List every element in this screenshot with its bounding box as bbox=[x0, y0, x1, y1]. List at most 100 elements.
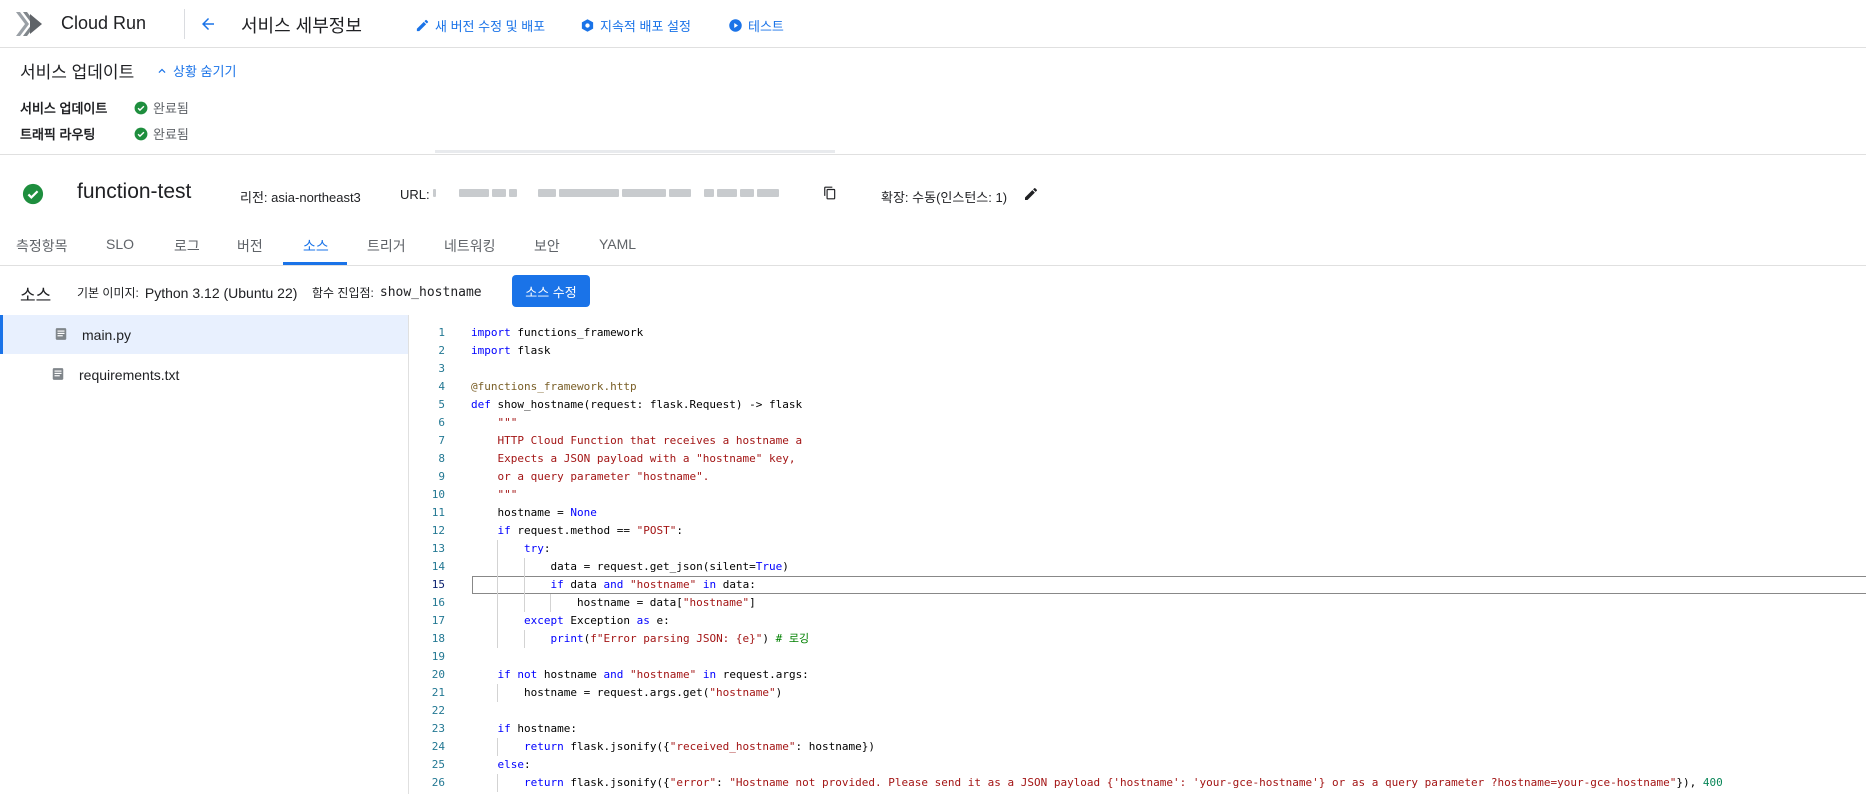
entry-point-label: 함수 진입점: bbox=[312, 286, 374, 300]
code-text: def show_hostname(request: flask.Request… bbox=[471, 398, 803, 411]
tab-triggers[interactable]: 트리거 bbox=[367, 236, 406, 256]
scaling-label: 확장: bbox=[881, 190, 909, 205]
edit-scaling-pencil-icon[interactable] bbox=[1023, 186, 1039, 202]
code-line[interactable]: 21 hostname = request.args.get("hostname… bbox=[410, 684, 1866, 702]
line-number: 8 bbox=[438, 452, 445, 465]
code-line[interactable]: 25 else: bbox=[410, 756, 1866, 774]
code-line[interactable]: 4 @functions_framework.http bbox=[410, 378, 1866, 396]
continuous-deploy-label: 지속적 배포 설정 bbox=[600, 18, 691, 34]
code-line[interactable]: 19 bbox=[410, 648, 1866, 666]
code-text: return flask.jsonify({"error": "Hostname… bbox=[523, 776, 1723, 789]
file-tree: main.py requirements.txt bbox=[0, 315, 409, 794]
code-line[interactable]: 14 data = request.get_json(silent=True) bbox=[410, 558, 1866, 576]
play-icon bbox=[729, 18, 742, 32]
tab-logs[interactable]: 로그 bbox=[174, 236, 200, 256]
file-name: main.py bbox=[82, 327, 132, 343]
code-line[interactable]: 20 if not hostname and "hostname" in req… bbox=[410, 666, 1866, 684]
file-item-requirements-txt[interactable]: requirements.txt bbox=[0, 355, 408, 394]
service-status-check-icon bbox=[22, 183, 44, 205]
hide-status-button[interactable]: 상황 숨기기 bbox=[155, 61, 236, 80]
back-button[interactable] bbox=[196, 12, 220, 36]
code-text: hostname = None bbox=[471, 506, 597, 519]
tab-revisions[interactable]: 버전 bbox=[237, 236, 263, 256]
code-line[interactable]: 16 hostname = data["hostname"] bbox=[410, 594, 1866, 612]
tab-slo[interactable]: SLO bbox=[106, 236, 134, 252]
code-text: hostname = request.args.get("hostname") bbox=[471, 686, 783, 699]
line-number: 20 bbox=[431, 668, 445, 681]
code-text: @functions_framework.http bbox=[471, 380, 637, 393]
divider bbox=[0, 154, 1866, 155]
product-name[interactable]: Cloud Run bbox=[61, 13, 146, 34]
code-line[interactable]: 5 def show_hostname(request: flask.Reques… bbox=[410, 396, 1866, 414]
edit-deploy-button[interactable]: 새 버전 수정 및 배포 bbox=[415, 15, 545, 35]
code-text: HTTP Cloud Function that receives a host… bbox=[471, 434, 803, 447]
file-icon bbox=[55, 328, 67, 340]
source-title: 소스 bbox=[20, 286, 52, 305]
line-number: 22 bbox=[431, 704, 445, 717]
check-circle-icon bbox=[134, 127, 148, 140]
code-line[interactable]: 13 try: bbox=[410, 540, 1866, 558]
code-line[interactable]: 9 or a query parameter "hostname". bbox=[410, 468, 1866, 486]
code-line[interactable]: 3 bbox=[410, 360, 1866, 378]
code-line[interactable]: 7 HTTP Cloud Function that receives a ho… bbox=[410, 432, 1866, 450]
line-number: 23 bbox=[431, 722, 445, 735]
code-text: import functions_framework bbox=[471, 326, 644, 339]
divider bbox=[184, 9, 185, 39]
code-line[interactable]: 26 return flask.jsonify({"error": "Hostn… bbox=[410, 774, 1866, 792]
code-line[interactable]: 2 import flask bbox=[410, 342, 1866, 360]
pencil-icon bbox=[416, 19, 429, 31]
tab-networking[interactable]: 네트워킹 bbox=[444, 236, 496, 256]
status-row-service-update: 서비스 업데이트 완료됨 bbox=[20, 98, 189, 117]
line-number: 9 bbox=[438, 470, 445, 483]
code-text: """ bbox=[471, 416, 518, 429]
code-line[interactable]: 1 import functions_framework bbox=[410, 324, 1866, 342]
code-text: data = request.get_json(silent=True) bbox=[471, 560, 789, 573]
region-label: 리전: bbox=[240, 190, 268, 205]
check-circle-icon bbox=[134, 101, 148, 114]
line-number: 3 bbox=[438, 362, 445, 375]
code-text: Expects a JSON payload with a "hostname"… bbox=[471, 452, 796, 465]
code-text: else: bbox=[497, 758, 531, 771]
line-number: 6 bbox=[438, 416, 445, 429]
edit-deploy-label: 새 버전 수정 및 배포 bbox=[435, 18, 546, 34]
code-line[interactable]: 17 except Exception as e: bbox=[410, 612, 1866, 630]
line-number: 11 bbox=[431, 506, 445, 519]
code-text: if data and "hostname" in data: bbox=[550, 578, 756, 591]
chevron-up-icon bbox=[158, 68, 166, 73]
divider bbox=[0, 265, 1866, 266]
line-number: 10 bbox=[431, 488, 445, 501]
edit-source-button[interactable]: 소스 수정 bbox=[512, 275, 590, 307]
code-line[interactable]: 22 bbox=[410, 702, 1866, 720]
url-label: URL: bbox=[400, 187, 430, 202]
line-number: 18 bbox=[431, 632, 445, 645]
tab-metrics[interactable]: 측정항목 bbox=[16, 236, 68, 256]
code-line[interactable]: 6 """ bbox=[410, 414, 1866, 432]
tab-source[interactable]: 소스 bbox=[303, 236, 329, 256]
line-number: 21 bbox=[431, 686, 445, 699]
code-line[interactable]: 10 """ bbox=[410, 486, 1866, 504]
code-text: if not hostname and "hostname" in reques… bbox=[497, 668, 809, 681]
file-item-main-py[interactable]: main.py bbox=[0, 315, 408, 354]
region-meta: 리전: asia-northeast3 bbox=[240, 187, 361, 206]
cloud-run-logo-icon[interactable] bbox=[14, 8, 46, 40]
code-line[interactable]: 11 hostname = None bbox=[410, 504, 1866, 522]
code-line[interactable]: 15 if data and "hostname" in data: bbox=[410, 576, 1866, 594]
code-line[interactable]: 23 if hostname: bbox=[410, 720, 1866, 738]
code-editor[interactable]: 1 import functions_framework 2 import flask… bbox=[410, 315, 1866, 794]
service-url-redacted[interactable] bbox=[433, 186, 813, 200]
line-number: 1 bbox=[438, 326, 445, 339]
code-line[interactable]: 18 print(f"Error parsing JSON: {e}") # 로… bbox=[410, 630, 1866, 648]
code-text: hostname = data["hostname"] bbox=[471, 596, 756, 609]
code-line[interactable]: 12 if request.method == "POST": bbox=[410, 522, 1866, 540]
tab-yaml[interactable]: YAML bbox=[599, 236, 636, 252]
page-title: 서비스 세부정보 bbox=[241, 16, 362, 36]
code-text: except Exception as e: bbox=[523, 614, 670, 627]
code-line[interactable]: 8 Expects a JSON payload with a "hostnam… bbox=[410, 450, 1866, 468]
copy-icon[interactable] bbox=[823, 186, 837, 200]
test-button[interactable]: 테스트 bbox=[728, 15, 784, 35]
code-text: print(f"Error parsing JSON: {e}") # 로깅 bbox=[550, 632, 810, 645]
code-line[interactable]: 24 return flask.jsonify({"received_hostn… bbox=[410, 738, 1866, 756]
continuous-deploy-button[interactable]: 지속적 배포 설정 bbox=[580, 15, 691, 35]
base-image-value: Python 3.12 (Ubuntu 22) bbox=[144, 284, 298, 301]
tab-security[interactable]: 보안 bbox=[534, 236, 560, 256]
